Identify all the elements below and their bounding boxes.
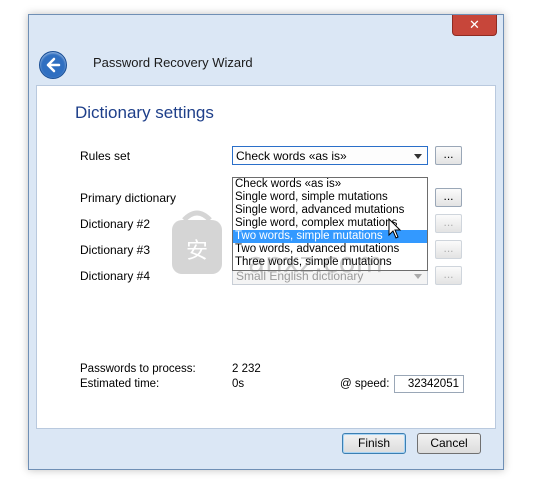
dictionary3-label: Dictionary #3 [80, 243, 151, 257]
section-title: Dictionary settings [75, 103, 214, 122]
estimated-time-label: Estimated time: [80, 378, 160, 390]
svg-text:安: 安 [186, 239, 208, 264]
speed-label: @ speed: [340, 378, 390, 390]
dropdown-option[interactable]: Check words «as is» [233, 178, 427, 191]
close-button[interactable]: ✕ [452, 15, 497, 36]
dictionary2-browse-button[interactable]: ... [435, 214, 462, 233]
chevron-down-icon [414, 154, 422, 159]
chevron-down-icon [414, 274, 422, 279]
cursor-icon [388, 217, 402, 243]
dictionary2-label: Dictionary #2 [80, 217, 151, 231]
rules-set-value: Check words «as is» [236, 149, 347, 163]
back-arrow-icon [46, 57, 61, 73]
passwords-value: 2 232 [232, 363, 261, 375]
rules-set-browse-button[interactable]: ... [435, 146, 462, 165]
estimated-time-value: 0s [232, 378, 245, 390]
rules-set-label: Rules set [80, 149, 131, 163]
dictionary4-label: Dictionary #4 [80, 269, 151, 283]
passwords-label: Passwords to process: [80, 363, 196, 375]
dropdown-option[interactable]: Single word, simple mutations [233, 191, 427, 204]
watermark: 安 anxz.com [170, 206, 390, 289]
watermark-text: anxz.com [248, 246, 383, 279]
back-button[interactable] [39, 51, 67, 79]
primary-dictionary-label: Primary dictionary [80, 191, 177, 205]
dictionary4-browse-button[interactable]: ... [435, 266, 462, 285]
wizard-title: Password Recovery Wizard [93, 55, 253, 70]
primary-dictionary-browse-button[interactable]: ... [435, 188, 462, 207]
rules-set-select[interactable]: Check words «as is» [232, 146, 428, 165]
dictionary3-browse-button[interactable]: ... [435, 240, 462, 259]
finish-button[interactable]: Finish [342, 433, 406, 454]
speed-value: 32342051 [394, 375, 464, 393]
cancel-button[interactable]: Cancel [417, 433, 481, 454]
